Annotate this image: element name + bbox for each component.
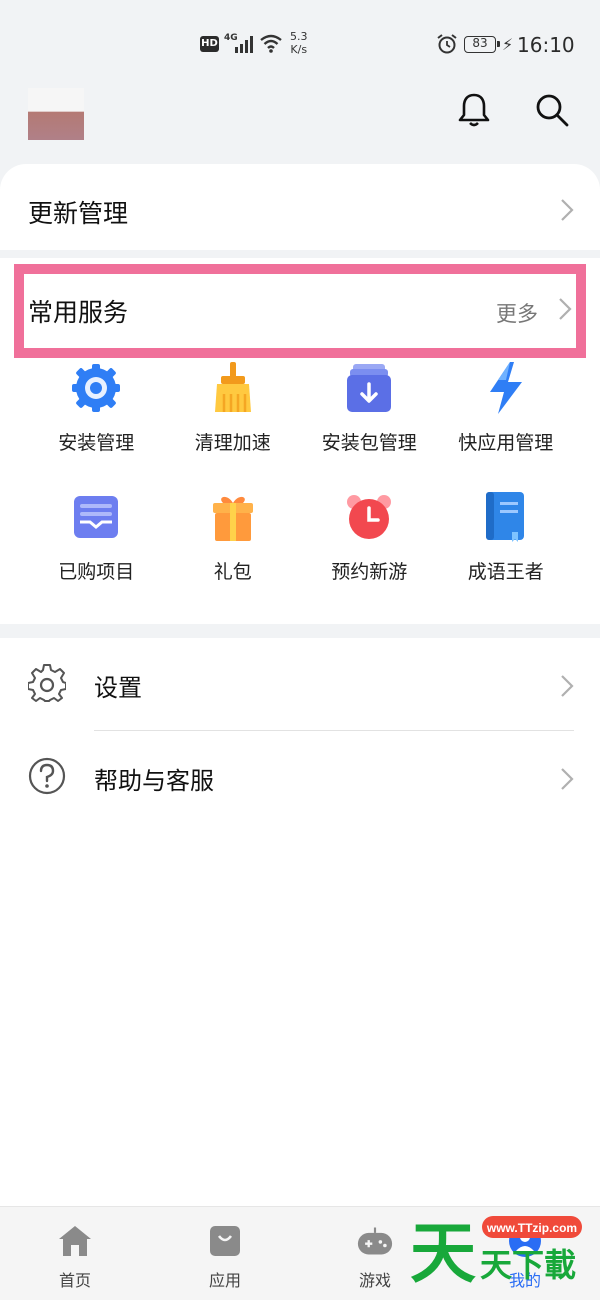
service-label: 成语王者 [467,561,544,583]
battery-indicator: 83 [464,36,500,53]
chevron-right-icon [559,298,572,320]
notification-button[interactable] [454,90,494,130]
chevron-right-icon [561,199,574,221]
more-link[interactable]: 更多 [496,298,538,328]
update-management-row[interactable]: 更新管理 [0,164,600,250]
signal-icon [235,36,253,53]
service-package-manager[interactable]: 安装包管理 [301,362,438,455]
update-management-label: 更新管理 [28,199,129,228]
settings-row[interactable]: 设置 [0,638,600,731]
wifi-icon [260,34,282,53]
service-cleanup[interactable]: 清理加速 [165,362,302,455]
search-icon [536,94,569,127]
help-icon [28,757,66,795]
clock: 16:10 [517,33,575,57]
watermark-text: 天下載 [480,1246,576,1284]
settings-card: 设置 帮助与客服 [0,638,600,1206]
alarm-icon [437,34,457,54]
watermark-url: www.TTzip.com [486,1221,577,1235]
service-label: 安装管理 [58,432,135,454]
hd-badge: HD [200,36,219,52]
services-grid: 安装管理 清理加速 安装包管理 快应用管理 已购项目 礼包 预约新游 成语王者 [28,362,574,584]
search-button[interactable] [532,90,572,130]
watermark-logo: www.TTzip.com 天 天下載 [410,1206,600,1300]
nav-label: 应用 [208,1271,241,1290]
nav-apps[interactable]: 应用 [185,1223,265,1291]
broom-icon [207,362,259,414]
app-bag-icon [207,1223,243,1259]
nav-label: 游戏 [358,1271,391,1290]
service-label: 快应用管理 [458,432,554,454]
help-label: 帮助与客服 [94,767,214,795]
lightning-icon [480,362,532,414]
service-gift[interactable]: 礼包 [165,491,302,584]
gamepad-icon [357,1223,393,1259]
gift-icon [207,491,259,543]
book-icon [480,491,532,543]
service-label: 清理加速 [194,432,271,454]
services-title: 常用服务 [28,298,129,327]
alarm-clock-icon [343,491,395,543]
home-icon [57,1223,93,1259]
speed-unit: K/s [290,43,308,56]
nav-games[interactable]: 游戏 [335,1223,415,1291]
common-services-card: 常用服务 更多 安装管理 清理加速 安装包管理 快应用管理 已购项目 礼包 预约… [0,258,600,624]
service-label: 已购项目 [58,561,135,583]
help-row[interactable]: 帮助与客服 [0,731,600,823]
service-quick-app-manager[interactable]: 快应用管理 [438,362,575,455]
gear-icon [28,664,66,702]
service-idiom-king[interactable]: 成语王者 [438,491,575,584]
network-speed: 5.3 K/s [290,30,308,56]
speed-value: 5.3 [290,30,308,43]
service-label: 礼包 [213,561,252,583]
status-bar: HD 4G 5.3 K/s 83 ⚡ 16:10 [0,0,600,80]
service-reserve-games[interactable]: 预约新游 [301,491,438,584]
chevron-right-icon [561,768,574,790]
services-header-highlight[interactable]: 常用服务 更多 [14,264,586,358]
service-label: 安装包管理 [321,432,417,454]
service-label: 预约新游 [331,561,408,583]
service-install-manager[interactable]: 安装管理 [28,362,165,455]
charging-icon: ⚡ [502,35,514,54]
watermark-char: 天 [410,1215,476,1292]
service-purchased[interactable]: 已购项目 [28,491,165,584]
avatar[interactable] [28,88,84,140]
nav-label: 首页 [58,1271,91,1290]
chevron-right-icon [561,675,574,697]
gear-install-icon [70,362,122,414]
package-icon [343,362,395,414]
nav-home[interactable]: 首页 [35,1223,115,1291]
settings-label: 设置 [94,674,142,702]
purchased-icon [70,491,122,543]
bell-icon [458,93,490,127]
